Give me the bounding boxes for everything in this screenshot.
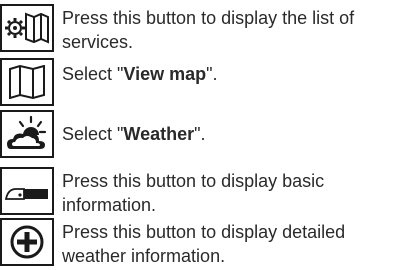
step-1: Press this button to display the list of… (0, 0, 398, 58)
step-3: Select "Weather". (0, 108, 398, 162)
step-5-text: Press this button to display detailed we… (62, 222, 346, 266)
step-2-text: Select "View map". (62, 64, 218, 84)
step-2: Select "View map". (0, 58, 398, 108)
map-icon (0, 58, 54, 106)
weather-icon (0, 110, 54, 158)
basic-info-button-icon (0, 167, 54, 215)
weather-label: Weather (123, 124, 195, 144)
plus-circle-icon (0, 218, 54, 266)
step-4: Press this button to display basic infor… (0, 163, 398, 217)
step-4-text: Press this button to display basic infor… (62, 171, 325, 215)
services-map-icon (0, 4, 54, 52)
step-1-text: Press this button to display the list of… (62, 8, 355, 52)
step-3-text: Select "Weather". (62, 124, 206, 144)
view-map-label: View map (123, 64, 207, 84)
step-5: Press this button to display detailed we… (0, 218, 398, 270)
